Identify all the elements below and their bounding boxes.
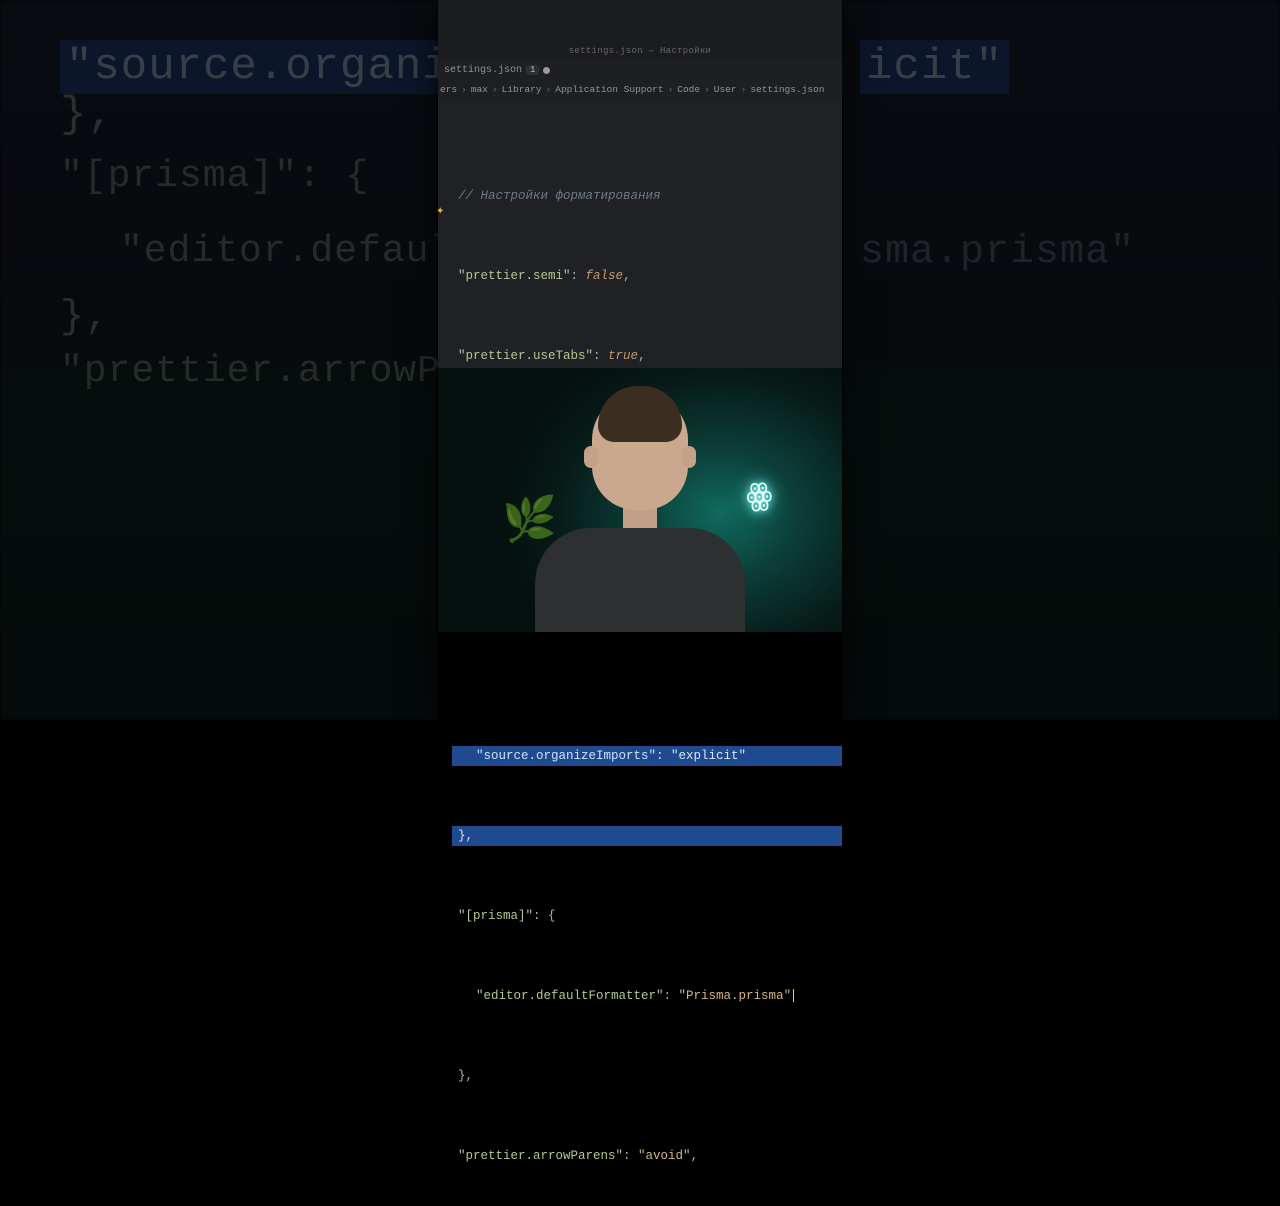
ghost-code-line: "editor.defaul bbox=[120, 230, 453, 273]
chevron-right-icon: › bbox=[546, 84, 552, 95]
selected-line: "source.organizeImports": "explicit" bbox=[452, 746, 842, 766]
breadcrumb-item[interactable]: Library bbox=[502, 84, 542, 95]
bottom-black-bar bbox=[438, 632, 842, 720]
sparkle-gutter-icon[interactable]: ✦ bbox=[436, 203, 444, 223]
ghost-code-line: "[prisma]": { bbox=[60, 155, 369, 198]
bg-right-blur bbox=[842, 0, 1280, 720]
selected-line: }, bbox=[452, 826, 842, 846]
breadcrumb[interactable]: ers› max› Library› Application Support› … bbox=[438, 80, 842, 98]
json-value: "avoid" bbox=[638, 1149, 691, 1163]
json-value: false bbox=[586, 269, 624, 283]
code-comment: // Настройки форматирования bbox=[458, 189, 661, 203]
chevron-right-icon: › bbox=[492, 84, 498, 95]
json-key: "source.organizeImports" bbox=[476, 749, 656, 763]
breadcrumb-item[interactable]: settings.json bbox=[750, 84, 824, 95]
json-value: true bbox=[608, 349, 638, 363]
json-key: "prettier.semi" bbox=[458, 269, 571, 283]
tab-settings-json[interactable]: settings.json 1 bbox=[438, 60, 556, 80]
json-key: "[prisma]" bbox=[458, 909, 533, 923]
json-value: "explicit" bbox=[671, 749, 746, 763]
breadcrumb-item[interactable]: User bbox=[714, 84, 737, 95]
ghost-code-line: sma.prisma" bbox=[860, 230, 1135, 275]
presenter-silhouette bbox=[535, 392, 745, 632]
breadcrumb-item[interactable]: Application Support bbox=[555, 84, 663, 95]
chevron-right-icon: › bbox=[668, 84, 674, 95]
titlebar-hint: settings.json — Настройки bbox=[569, 46, 712, 56]
ghost-code-line: }, bbox=[60, 90, 115, 140]
json-key: "editor.defaultFormatter" bbox=[476, 989, 664, 1003]
chevron-right-icon: › bbox=[741, 84, 747, 95]
tab-unsaved-dot-icon bbox=[543, 67, 550, 74]
ghost-code-line: "prettier.arrowP bbox=[60, 350, 441, 393]
window-titlebar: settings.json — Настройки bbox=[438, 0, 842, 60]
json-key: "prettier.arrowParens" bbox=[458, 1149, 623, 1163]
chevron-right-icon: › bbox=[704, 84, 710, 95]
tab-problems-badge: 1 bbox=[526, 65, 539, 75]
breadcrumb-item[interactable]: max bbox=[471, 84, 488, 95]
ghost-code-line: icit" bbox=[860, 40, 1009, 94]
ghost-code-line: }, bbox=[60, 295, 110, 340]
tab-filename: settings.json bbox=[444, 65, 522, 76]
json-key: "prettier.useTabs" bbox=[458, 349, 593, 363]
breadcrumb-item[interactable]: Code bbox=[677, 84, 700, 95]
webcam-panel: 🌿 ꙮ bbox=[438, 368, 842, 632]
tab-bar: settings.json 1 bbox=[438, 60, 842, 80]
chevron-right-icon: › bbox=[461, 84, 467, 95]
ghost-code-line: "source.organi bbox=[60, 40, 456, 94]
json-value: "Prisma.prisma" bbox=[679, 989, 792, 1003]
text-cursor-icon bbox=[793, 989, 794, 1002]
json-close: }, bbox=[458, 829, 473, 843]
breadcrumb-item[interactable]: ers bbox=[440, 84, 457, 95]
neon-sign-icon: ꙮ bbox=[744, 477, 773, 514]
json-close: }, bbox=[458, 1069, 473, 1083]
